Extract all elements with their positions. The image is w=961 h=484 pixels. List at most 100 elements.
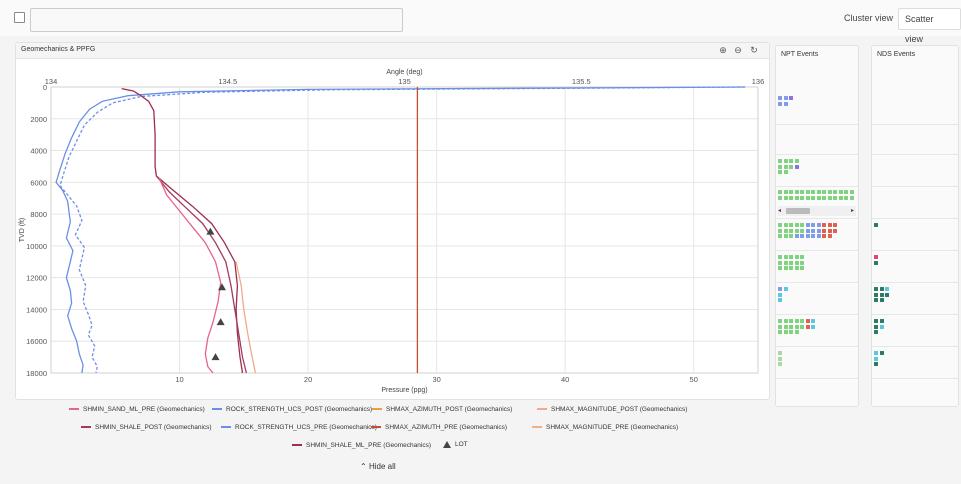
event-marker[interactable] xyxy=(783,228,788,233)
event-marker[interactable] xyxy=(778,356,782,361)
event-marker[interactable] xyxy=(783,287,788,291)
event-marker[interactable] xyxy=(783,190,788,194)
event-marker[interactable] xyxy=(789,228,793,233)
event-marker[interactable] xyxy=(783,195,788,200)
event-marker[interactable] xyxy=(783,164,788,169)
event-marker[interactable] xyxy=(789,195,793,200)
event-marker[interactable] xyxy=(800,190,804,194)
event-marker[interactable] xyxy=(783,330,788,334)
event-marker[interactable] xyxy=(811,195,815,200)
event-marker[interactable] xyxy=(874,319,878,323)
event-marker[interactable] xyxy=(805,319,810,323)
event-marker[interactable] xyxy=(789,330,793,334)
event-marker[interactable] xyxy=(778,319,782,323)
event-marker[interactable] xyxy=(778,170,782,174)
legend-item[interactable]: SHMIN_SHALE_POST (Geomechanics) xyxy=(81,424,212,431)
event-marker[interactable] xyxy=(811,190,815,194)
event-marker[interactable] xyxy=(833,195,837,200)
event-marker[interactable] xyxy=(816,190,821,194)
event-marker[interactable] xyxy=(844,195,848,200)
event-marker[interactable] xyxy=(879,292,884,297)
event-marker[interactable] xyxy=(822,234,826,238)
event-marker[interactable] xyxy=(778,96,782,100)
event-marker[interactable] xyxy=(879,298,884,302)
event-marker[interactable] xyxy=(827,234,832,238)
event-marker[interactable] xyxy=(849,190,854,194)
scatter-view-button[interactable]: Scatter view xyxy=(898,8,961,44)
event-marker[interactable] xyxy=(783,101,788,106)
scroll-right-icon[interactable]: ▸ xyxy=(851,206,854,216)
event-marker[interactable] xyxy=(778,228,782,233)
event-marker[interactable] xyxy=(822,195,826,200)
event-marker[interactable] xyxy=(822,190,826,194)
event-marker[interactable] xyxy=(794,324,799,329)
event-marker[interactable] xyxy=(794,234,799,238)
event-marker[interactable] xyxy=(789,190,793,194)
scroll-thumb[interactable] xyxy=(786,208,810,214)
event-marker[interactable] xyxy=(794,159,799,163)
event-marker[interactable] xyxy=(789,266,793,270)
event-marker[interactable] xyxy=(783,159,788,163)
event-marker[interactable] xyxy=(794,266,799,270)
event-marker[interactable] xyxy=(822,228,826,233)
event-marker[interactable] xyxy=(879,287,884,291)
npt-scrollbar[interactable]: ◂ ▸ xyxy=(778,206,856,216)
event-marker[interactable] xyxy=(827,223,832,227)
event-marker[interactable] xyxy=(805,234,810,238)
zoom-in-icon[interactable]: ⊕ xyxy=(718,45,728,55)
event-marker[interactable] xyxy=(827,228,832,233)
event-marker[interactable] xyxy=(874,324,878,329)
event-marker[interactable] xyxy=(833,223,837,227)
event-marker[interactable] xyxy=(800,319,804,323)
zoom-out-icon[interactable]: ⊖ xyxy=(733,45,743,55)
event-marker[interactable] xyxy=(874,255,878,259)
scroll-left-icon[interactable]: ◂ xyxy=(778,206,781,216)
event-marker[interactable] xyxy=(789,223,793,227)
event-marker[interactable] xyxy=(794,255,799,259)
legend-item[interactable]: SHMAX_MAGNITUDE_POST (Geomechanics) xyxy=(537,406,687,413)
event-marker[interactable] xyxy=(794,319,799,323)
event-marker[interactable] xyxy=(805,190,810,194)
event-marker[interactable] xyxy=(811,228,815,233)
event-marker[interactable] xyxy=(874,362,878,366)
event-marker[interactable] xyxy=(811,234,815,238)
event-marker[interactable] xyxy=(794,190,799,194)
event-marker[interactable] xyxy=(874,356,878,361)
event-marker[interactable] xyxy=(822,223,826,227)
event-marker[interactable] xyxy=(874,298,878,302)
event-marker[interactable] xyxy=(778,324,782,329)
event-marker[interactable] xyxy=(789,319,793,323)
legend-item[interactable]: ROCK_STRENGTH_UCS_POST (Geomechanics) xyxy=(212,406,372,413)
event-marker[interactable] xyxy=(778,260,782,265)
event-marker[interactable] xyxy=(789,324,793,329)
event-marker[interactable] xyxy=(789,255,793,259)
event-marker[interactable] xyxy=(800,260,804,265)
legend-item[interactable]: ROCK_STRENGTH_UCS_PRE (Geomechanics) xyxy=(221,424,377,431)
event-marker[interactable] xyxy=(805,195,810,200)
event-marker[interactable] xyxy=(874,351,878,355)
event-marker[interactable] xyxy=(778,298,782,302)
event-marker[interactable] xyxy=(794,260,799,265)
event-marker[interactable] xyxy=(800,228,804,233)
event-marker[interactable] xyxy=(794,330,799,334)
event-marker[interactable] xyxy=(879,324,884,329)
event-marker[interactable] xyxy=(783,255,788,259)
event-marker[interactable] xyxy=(778,234,782,238)
cluster-view-button[interactable]: Cluster view xyxy=(838,8,899,28)
event-marker[interactable] xyxy=(783,260,788,265)
event-marker[interactable] xyxy=(783,324,788,329)
event-marker[interactable] xyxy=(838,190,843,194)
event-marker[interactable] xyxy=(778,362,782,366)
event-marker[interactable] xyxy=(794,223,799,227)
event-marker[interactable] xyxy=(800,234,804,238)
event-marker[interactable] xyxy=(833,190,837,194)
event-marker[interactable] xyxy=(778,195,782,200)
event-marker[interactable] xyxy=(789,260,793,265)
event-marker[interactable] xyxy=(794,195,799,200)
event-marker[interactable] xyxy=(816,228,821,233)
event-marker[interactable] xyxy=(805,324,810,329)
event-marker[interactable] xyxy=(811,324,815,329)
event-marker[interactable] xyxy=(789,164,793,169)
hide-all-button[interactable]: ⌃ Hide all xyxy=(360,462,396,471)
event-marker[interactable] xyxy=(800,255,804,259)
